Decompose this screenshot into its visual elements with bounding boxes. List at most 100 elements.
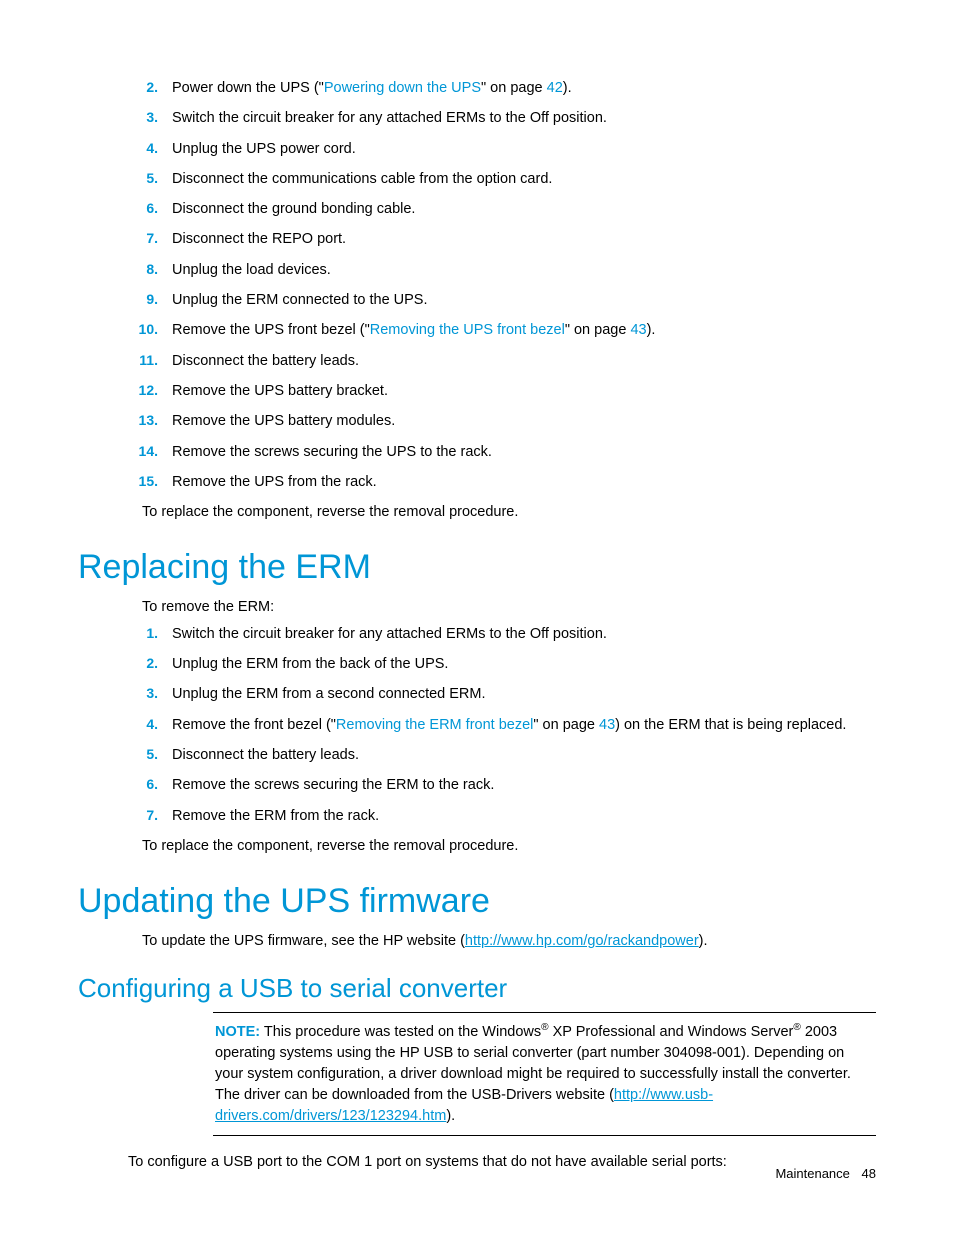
registered-icon: ® [793, 1022, 800, 1033]
list-text: Unplug the load devices. [172, 260, 876, 280]
list-text: Remove the UPS battery modules. [172, 411, 876, 431]
list-number: 9. [138, 290, 172, 310]
list-text-mid: " on page [533, 717, 599, 733]
list-item: 3.Unplug the ERM from a second connected… [138, 684, 876, 704]
page-reference-link[interactable]: 43 [599, 717, 615, 733]
list-text-pre: Remove the front bezel (" [172, 717, 336, 733]
list-item: 4.Remove the front bezel ("Removing the … [138, 715, 876, 735]
cross-reference-link[interactable]: Removing the UPS front bezel [370, 322, 565, 338]
list-number: 6. [138, 775, 172, 795]
fw-intro-post: ). [699, 933, 708, 949]
list-item: 7.Remove the ERM from the rack. [138, 806, 876, 826]
page-content: 2.Power down the UPS ("Powering down the… [0, 0, 954, 1173]
list-item: 5.Disconnect the communications cable fr… [138, 169, 876, 189]
usb-body: To configure a USB port to the COM 1 por… [128, 1152, 876, 1172]
list-number: 5. [138, 745, 172, 765]
list-number: 4. [138, 139, 172, 159]
list-item: 10.Remove the UPS front bezel ("Removing… [138, 320, 876, 340]
footer-section: Maintenance [775, 1166, 849, 1181]
list-item: 4.Unplug the UPS power cord. [138, 139, 876, 159]
fw-intro-pre: To update the UPS firmware, see the HP w… [142, 933, 465, 949]
list-item: 7.Disconnect the REPO port. [138, 229, 876, 249]
list-item: 9.Unplug the ERM connected to the UPS. [138, 290, 876, 310]
list-text-post: ). [647, 322, 656, 338]
list-number: 6. [138, 199, 172, 219]
list-item: 11.Disconnect the battery leads. [138, 351, 876, 371]
list-item: 13.Remove the UPS battery modules. [138, 411, 876, 431]
cross-reference-link[interactable]: Powering down the UPS [324, 80, 481, 96]
list-number: 11. [138, 351, 172, 371]
list-text: Disconnect the battery leads. [172, 351, 876, 371]
list-text: Disconnect the REPO port. [172, 229, 876, 249]
list-text-mid: " on page [481, 80, 547, 96]
list-text: Disconnect the communications cable from… [172, 169, 876, 189]
note-p1a: This procedure was tested on the Windows [260, 1024, 541, 1040]
heading-usb-serial: Configuring a USB to serial converter [78, 973, 876, 1004]
list-text: Remove the UPS from the rack. [172, 472, 876, 492]
list-item: 2.Unplug the ERM from the back of the UP… [138, 654, 876, 674]
list-number: 14. [138, 442, 172, 462]
list-text: Disconnect the battery leads. [172, 745, 876, 765]
list-text-pre: Remove the UPS front bezel (" [172, 322, 370, 338]
link-hp-rackandpower[interactable]: http://www.hp.com/go/rackandpower [465, 933, 699, 949]
list1-after-text: To replace the component, reverse the re… [142, 502, 876, 522]
note-p1b: XP Professional and Windows Server [549, 1024, 794, 1040]
list-number: 2. [138, 654, 172, 674]
registered-icon: ® [541, 1022, 548, 1033]
list-item: 14.Remove the screws securing the UPS to… [138, 442, 876, 462]
list-text: Switch the circuit breaker for any attac… [172, 108, 876, 128]
list-text-pre: Power down the UPS (" [172, 80, 324, 96]
list-item: 6.Disconnect the ground bonding cable. [138, 199, 876, 219]
heading-updating-firmware: Updating the UPS firmware [78, 882, 876, 921]
list-number: 3. [138, 684, 172, 704]
list-number: 5. [138, 169, 172, 189]
list-text: Remove the ERM from the rack. [172, 806, 876, 826]
page-reference-link[interactable]: 42 [547, 80, 563, 96]
ups-removal-list: 2.Power down the UPS ("Powering down the… [138, 78, 876, 492]
list-item: 1.Switch the circuit breaker for any att… [138, 624, 876, 644]
list-number: 10. [138, 320, 172, 340]
list-text: Unplug the ERM from the back of the UPS. [172, 654, 876, 674]
list-number: 8. [138, 260, 172, 280]
list-number: 1. [138, 624, 172, 644]
list-text: Switch the circuit breaker for any attac… [172, 624, 876, 644]
list-text: Unplug the ERM from a second connected E… [172, 684, 876, 704]
list-number: 15. [138, 472, 172, 492]
erm-removal-list: 1.Switch the circuit breaker for any att… [138, 624, 876, 826]
footer-page-number: 48 [862, 1166, 876, 1181]
note-post: ). [446, 1108, 455, 1124]
list-item: 3.Switch the circuit breaker for any att… [138, 108, 876, 128]
erm-intro: To remove the ERM: [142, 597, 876, 617]
list-text-post: ) on the ERM that is being replaced. [615, 717, 846, 733]
list-item: 12.Remove the UPS battery bracket. [138, 381, 876, 401]
list-item: 5.Disconnect the battery leads. [138, 745, 876, 765]
list-text: Disconnect the ground bonding cable. [172, 199, 876, 219]
firmware-intro: To update the UPS firmware, see the HP w… [142, 931, 876, 951]
note-box: NOTE: This procedure was tested on the W… [213, 1012, 876, 1136]
list-item: 2.Power down the UPS ("Powering down the… [138, 78, 876, 98]
list-number: 7. [138, 806, 172, 826]
list-text: Remove the UPS front bezel ("Removing th… [172, 320, 876, 340]
list-text: Remove the front bezel ("Removing the ER… [172, 715, 876, 735]
page-reference-link[interactable]: 43 [630, 322, 646, 338]
list-text: Unplug the ERM connected to the UPS. [172, 290, 876, 310]
list-item: 15.Remove the UPS from the rack. [138, 472, 876, 492]
list-text: Remove the screws securing the ERM to th… [172, 775, 876, 795]
list-item: 6.Remove the screws securing the ERM to … [138, 775, 876, 795]
erm-after-text: To replace the component, reverse the re… [142, 836, 876, 856]
list-text: Remove the UPS battery bracket. [172, 381, 876, 401]
list-number: 2. [138, 78, 172, 98]
cross-reference-link[interactable]: Removing the ERM front bezel [336, 717, 533, 733]
list-text: Remove the screws securing the UPS to th… [172, 442, 876, 462]
list-text-mid: " on page [565, 322, 631, 338]
page-footer: Maintenance 48 [775, 1166, 876, 1181]
list-number: 3. [138, 108, 172, 128]
list-text: Unplug the UPS power cord. [172, 139, 876, 159]
list-text: Power down the UPS ("Powering down the U… [172, 78, 876, 98]
list-number: 13. [138, 411, 172, 431]
heading-replacing-erm: Replacing the ERM [78, 548, 876, 587]
list-number: 12. [138, 381, 172, 401]
list-item: 8.Unplug the load devices. [138, 260, 876, 280]
list-number: 7. [138, 229, 172, 249]
list-number: 4. [138, 715, 172, 735]
